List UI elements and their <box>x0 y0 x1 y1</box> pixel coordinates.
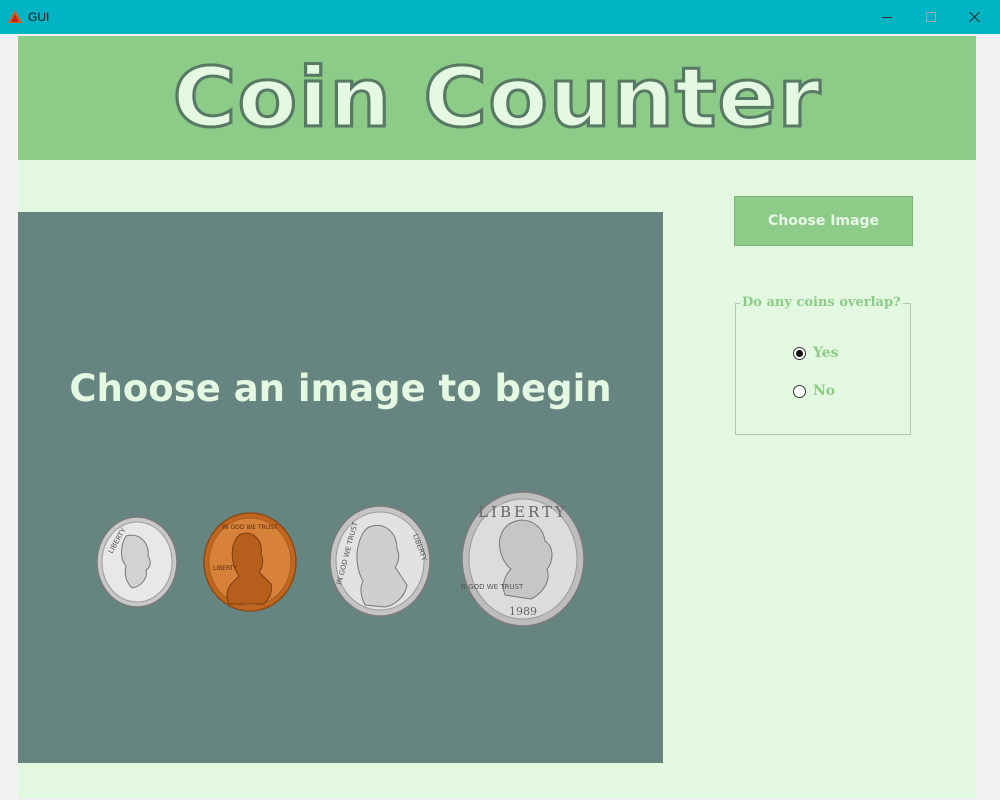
dime-coin-image: LIBERTY <box>96 516 178 608</box>
close-icon <box>969 11 981 23</box>
app-title: Coin Counter <box>171 49 822 147</box>
minimize-icon <box>882 16 892 18</box>
begin-prompt: Choose an image to begin <box>69 367 612 410</box>
overlap-question-label: Do any coins overlap? <box>740 295 903 310</box>
penny-coin-image: IN GOD WE TRUST LIBERTY <box>203 512 297 612</box>
quarter-motto: IN GOD WE TRUST <box>461 583 524 591</box>
no-radio-button[interactable] <box>793 384 806 398</box>
maximize-button[interactable] <box>908 0 954 34</box>
quarter-year: 1989 <box>509 605 537 618</box>
overlap-yes-option[interactable]: Yes <box>793 345 839 361</box>
matlab-icon <box>8 10 22 24</box>
window-titlebar: GUI <box>0 0 1000 34</box>
quarter-coin-image: LIBERTY IN GOD WE TRUST 1989 <box>461 491 585 627</box>
maximize-icon <box>926 12 936 22</box>
overlap-no-option[interactable]: No <box>793 383 835 399</box>
header-banner: Coin Counter <box>18 36 976 160</box>
yes-radio-label: Yes <box>813 345 839 361</box>
no-radio-label: No <box>813 383 836 399</box>
choose-image-button[interactable]: Choose Image <box>734 196 913 246</box>
window-border-left <box>0 34 18 800</box>
window-title: GUI <box>28 10 50 24</box>
window-border-right <box>976 36 1000 800</box>
penny-motto: IN GOD WE TRUST <box>222 524 278 531</box>
close-button[interactable] <box>952 0 998 34</box>
penny-legend: LIBERTY <box>213 565 237 572</box>
minimize-button[interactable] <box>864 0 910 34</box>
yes-radio-button[interactable] <box>793 346 806 360</box>
nickel-coin-image: IN GOD WE TRUST LIBERTY <box>329 505 431 617</box>
overlap-question-group: Do any coins overlap? Yes No <box>735 295 911 435</box>
image-display-panel: Choose an image to begin LIBERTY IN GOD … <box>18 212 663 763</box>
quarter-legend: LIBERTY <box>478 503 568 521</box>
app-client-area: Coin Counter Choose an image to begin LI… <box>18 36 976 798</box>
